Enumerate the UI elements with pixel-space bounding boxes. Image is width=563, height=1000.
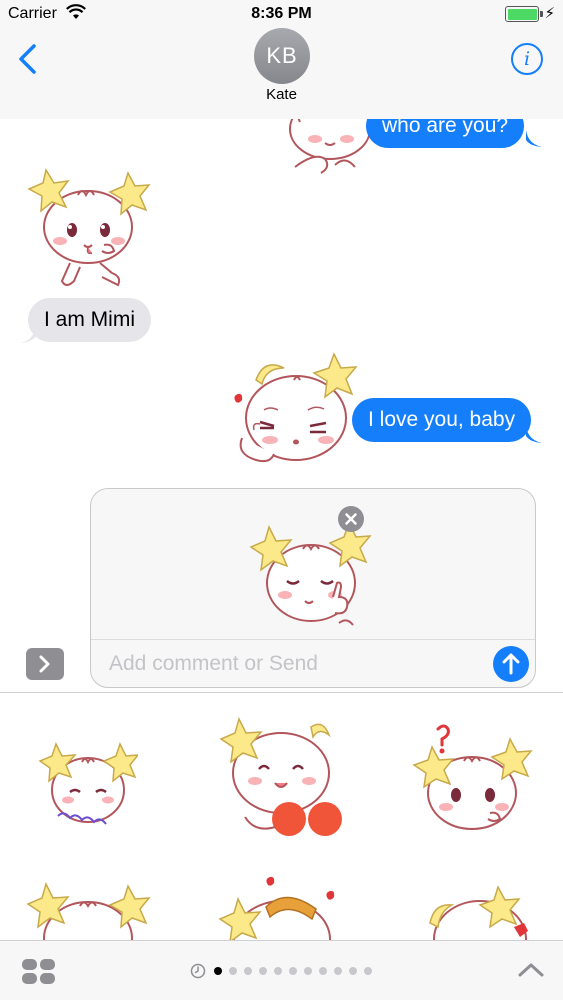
remove-sticker-button[interactable] [338,506,364,532]
bubble-tail [20,326,36,343]
sticker-item[interactable] [410,723,535,833]
page-dot[interactable] [349,967,357,975]
battery-tip [540,11,543,17]
sticker-item[interactable] [215,713,345,843]
clock: 8:36 PM [251,5,312,22]
page-dot[interactable] [259,967,267,975]
sticker-image[interactable] [226,350,366,470]
close-icon [345,513,357,525]
page-dot[interactable] [244,967,252,975]
page-dot[interactable] [229,967,237,975]
sticker-item[interactable] [216,873,346,940]
expand-drawer-button[interactable] [517,959,545,981]
expand-button[interactable] [26,648,64,680]
staged-sticker[interactable] [249,519,373,634]
page-indicator[interactable] [190,963,379,979]
compose-divider [91,639,535,640]
sticker-item[interactable] [38,738,138,833]
app-drawer-button[interactable] [20,958,58,986]
page-dot[interactable] [319,967,327,975]
chevron-right-icon [39,655,50,673]
comment-input[interactable]: Add comment or Send [109,652,318,676]
compose-box[interactable]: Add comment or Send [90,488,536,688]
page-dot[interactable] [304,967,312,975]
send-button[interactable] [493,646,529,682]
bubble-tail [526,130,542,147]
page-dot[interactable] [214,967,222,975]
sticker-image[interactable] [22,165,154,293]
page-dot[interactable] [274,967,282,975]
contact-name[interactable]: Kate [0,86,563,103]
contact-avatar[interactable]: KB [254,28,310,84]
arrow-up-icon [502,653,520,675]
apps-grid-icon [22,959,55,984]
header-overlap [0,103,563,119]
sticker-drawer [0,693,563,940]
recents-clock-icon[interactable] [190,963,206,979]
incoming-message-bubble[interactable]: I am Mimi [28,298,151,342]
chevron-left-icon [19,44,36,74]
page-dot[interactable] [289,967,297,975]
battery-icon [505,6,539,22]
charging-icon: ⚡ [544,5,555,22]
sticker-item[interactable] [420,883,530,940]
chevron-up-icon [518,963,544,977]
app-drawer-bar [0,940,563,1000]
sticker-item[interactable] [22,878,154,940]
back-button[interactable] [14,42,44,78]
outgoing-message-bubble[interactable]: I love you, baby [352,398,532,442]
status-bar: Carrier 8:36 PM ⚡ [0,0,563,28]
page-dot[interactable] [364,967,372,975]
page-dot[interactable] [334,967,342,975]
bubble-tail [526,426,542,443]
info-button[interactable]: i [511,43,543,75]
